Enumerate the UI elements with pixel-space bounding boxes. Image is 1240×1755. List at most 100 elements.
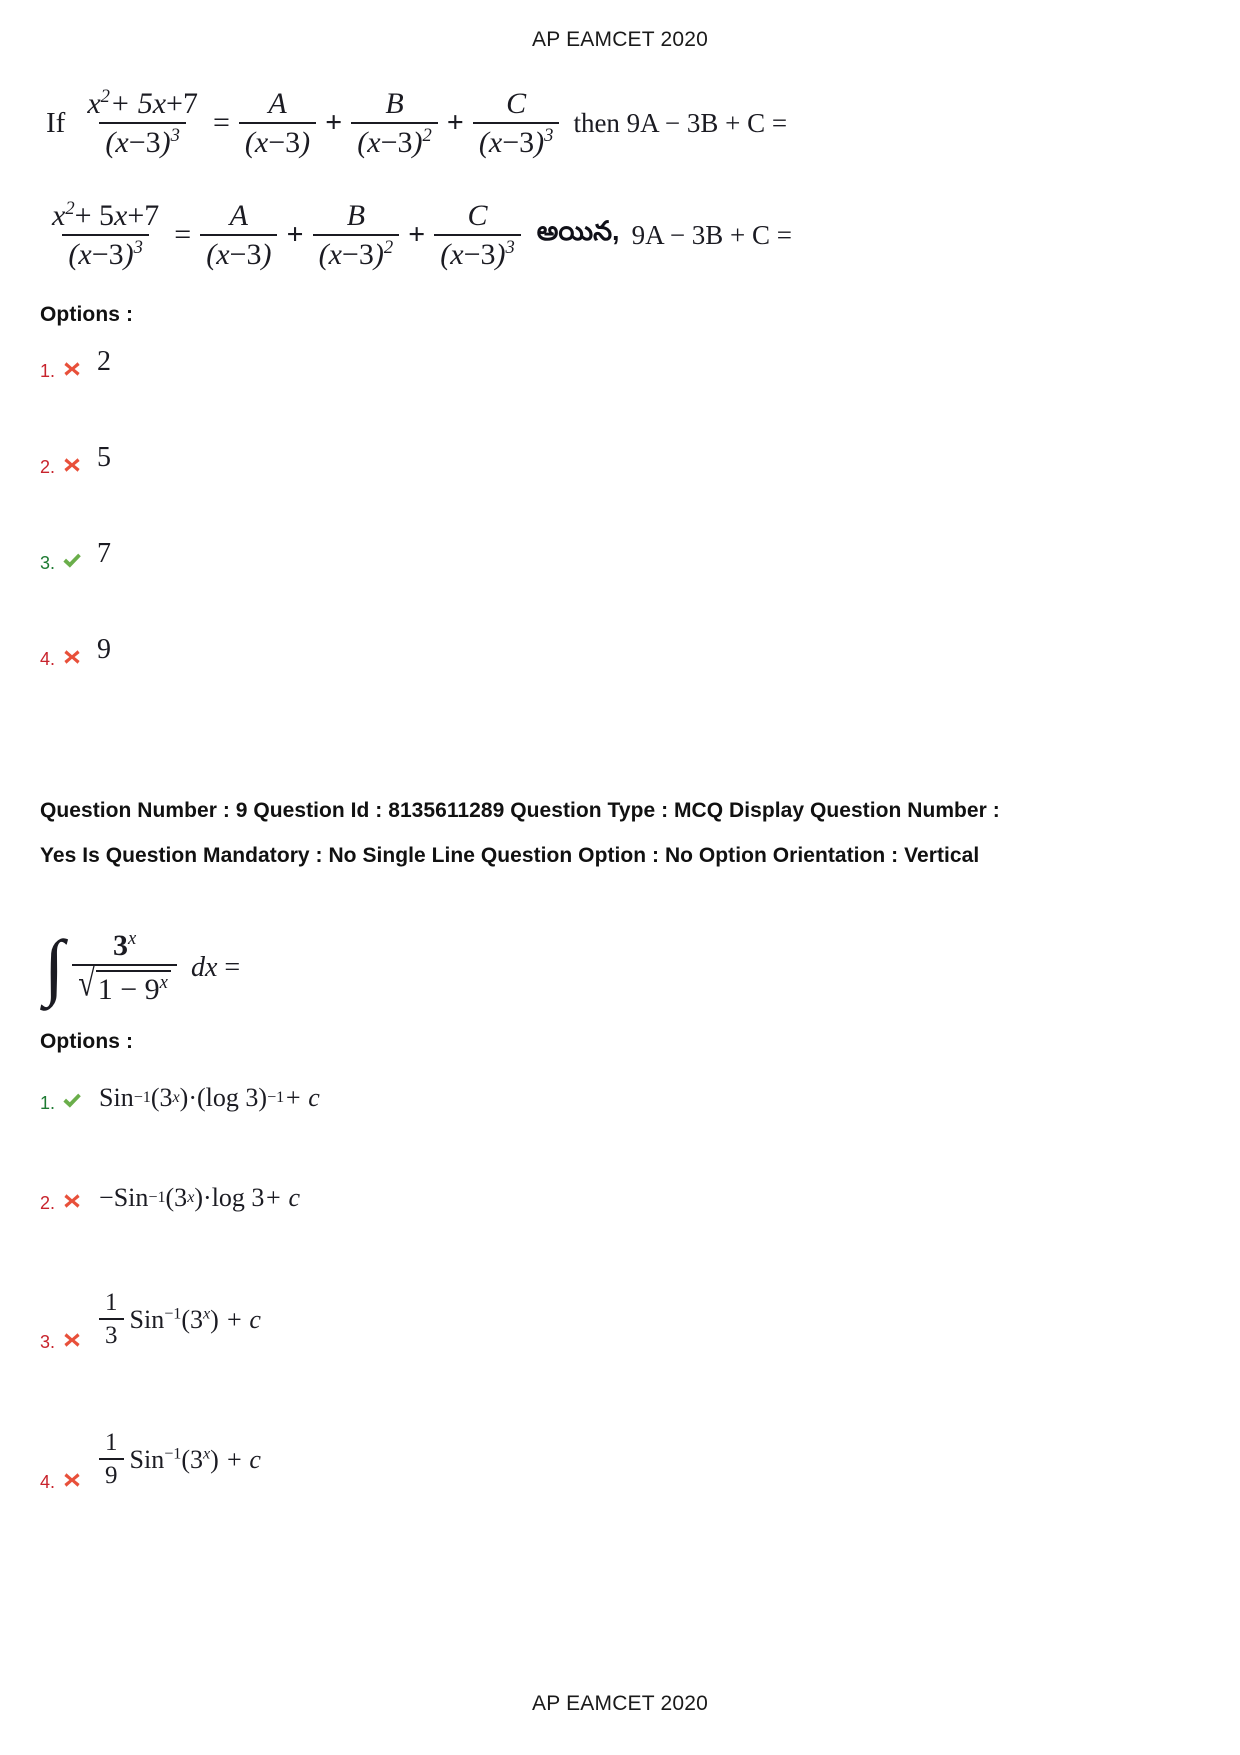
- constant-3: + c: [218, 1304, 261, 1334]
- plus-sign-1: +: [325, 106, 343, 139]
- fn-name-3: Sin: [129, 1304, 165, 1334]
- option-value-q9-1: Sin −1 (3 x) · (log 3) −1 + c: [99, 1083, 320, 1112]
- integrand-denominator: √ 1 − 9x: [72, 962, 177, 1006]
- term-a-denominator: (x−3): [238, 121, 317, 159]
- option-value-q8-2: 5: [97, 442, 112, 473]
- lhs-denominator: (x−3)3: [99, 121, 186, 159]
- question-9-metadata: Question Number : 9 Question Id : 813561…: [40, 799, 1000, 867]
- term-b-fraction: B (x−3)2: [351, 88, 438, 158]
- option-row-q9-3[interactable]: 3. 1 3 Sin−1(3x) + c: [40, 1289, 261, 1352]
- fn-exp-3: −1: [164, 1305, 182, 1323]
- term-b-denominator: (x−3)2: [351, 121, 438, 159]
- equals-sign-2: =: [174, 218, 192, 251]
- question-9-stem-integral: ∫ 3x √ 1 − 9x dx =: [44, 925, 241, 1008]
- option-row-q9-2[interactable]: 2. − Sin −1 (3 x) · log 3 + c: [40, 1183, 301, 1213]
- constant-2: + c: [264, 1183, 301, 1212]
- stem-lead-word: If: [46, 106, 66, 139]
- term-b-denominator-te: (x−3)2: [312, 233, 400, 271]
- integrand-numerator: 3x: [112, 928, 137, 962]
- lhs-fraction-te: x2+ 5x+7 (x−3)3: [46, 198, 165, 271]
- second-factor-1: (log 3): [197, 1083, 268, 1112]
- cross-icon: [61, 646, 83, 668]
- radicand: 1 − 9x: [95, 969, 171, 1006]
- lhs-fraction: x2+ 5x+7 (x−3)3: [81, 86, 204, 159]
- integral-sign-icon: ∫: [44, 925, 65, 1008]
- cross-icon: [61, 358, 83, 380]
- stem-tail-telugu: 9A − 3B + C =: [631, 219, 793, 250]
- option-row-q9-4[interactable]: 4. 1 9 Sin−1(3x) + c: [40, 1429, 261, 1492]
- plus-sign-3: +: [286, 218, 304, 251]
- term-c-numerator: C: [506, 87, 527, 120]
- lhs-numerator: x2+ 5x+7: [87, 86, 198, 120]
- coefficient-fraction-3: 1 3: [99, 1289, 124, 1350]
- coefficient-fraction-4: 1 9: [99, 1429, 124, 1490]
- question-8-stem-telugu: x2+ 5x+7 (x−3)3 = A (x−3) + B (x−3)2 + C…: [46, 198, 793, 271]
- page-footer-title: AP EAMCET 2020: [532, 1692, 708, 1715]
- term-c-fraction: C (x−3)3: [472, 87, 560, 159]
- exam-question-page: AP EAMCET 2020 If x2+ 5x+7 (x−3)3 = A (x…: [0, 0, 1240, 1755]
- option-value-q9-2: − Sin −1 (3 x) · log 3 + c: [99, 1183, 301, 1212]
- term-b-numerator: B: [385, 87, 404, 120]
- option-value-q9-4: 1 9 Sin−1(3x) + c: [89, 1429, 261, 1491]
- term-b-fraction-te: B (x−3)2: [312, 200, 400, 271]
- dot-operator-1: ·: [188, 1083, 198, 1112]
- constant-1: + c: [284, 1083, 320, 1112]
- option-index-q9-2: 2.: [40, 1193, 56, 1213]
- option-row-q8-3[interactable]: 3. 7: [40, 538, 112, 573]
- option-row-q9-1[interactable]: 1. Sin −1 (3 x) · (log 3) −1 + c: [40, 1083, 320, 1113]
- cross-icon: [61, 1190, 83, 1212]
- coefficient-denominator-3: 3: [99, 1318, 124, 1349]
- check-icon: [61, 1090, 83, 1112]
- option-value-q9-3: 1 3 Sin−1(3x) + c: [89, 1289, 261, 1351]
- fn-name-1: Sin: [99, 1083, 134, 1112]
- option-index-q8-4: 4.: [40, 649, 56, 669]
- plus-sign-4: +: [408, 218, 426, 251]
- term-c-denominator-te: (x−3)3: [434, 233, 521, 271]
- lhs-denominator-te: (x−3)3: [62, 233, 149, 271]
- options-heading-question-8: Options :: [40, 303, 134, 326]
- cross-icon: [61, 1469, 83, 1491]
- option-index-q8-3: 3.: [40, 553, 56, 573]
- coefficient-denominator-4: 9: [99, 1458, 124, 1489]
- term-a-denominator-te: (x−3): [200, 233, 278, 271]
- fn-name-2: Sin: [113, 1183, 149, 1212]
- term-c-denominator: (x−3)3: [472, 121, 560, 159]
- coefficient-numerator-3: 1: [105, 1289, 118, 1316]
- term-c-numerator-te: C: [467, 199, 488, 232]
- fn-exp-4: −1: [164, 1445, 182, 1463]
- option-row-q8-1[interactable]: 1. 2: [40, 346, 112, 381]
- option-index-q9-1: 1.: [40, 1093, 56, 1113]
- options-heading-question-9: Options :: [40, 1030, 134, 1053]
- option-index-q9-3: 3.: [40, 1331, 56, 1352]
- equals-sign-1: =: [212, 106, 230, 139]
- cross-icon: [61, 1329, 83, 1351]
- lhs-numerator-te: x2+ 5x+7: [52, 198, 160, 232]
- option-value-q8-3: 7: [97, 538, 112, 569]
- dot-operator-2: ·: [203, 1183, 212, 1212]
- option-row-q8-4[interactable]: 4. 9: [40, 634, 112, 669]
- fn-name-4: Sin: [129, 1444, 165, 1474]
- term-c-fraction-te: C (x−3)3: [434, 200, 521, 270]
- term-a-numerator-te: A: [229, 199, 248, 232]
- stem-tail-english: then 9A − 3B + C =: [573, 107, 788, 138]
- constant-4: + c: [218, 1444, 261, 1474]
- option-value-q8-1: 2: [97, 346, 112, 377]
- term-a-fraction: A (x−3): [238, 88, 317, 159]
- plus-sign-2: +: [446, 106, 464, 139]
- option-value-q8-4: 9: [97, 634, 112, 665]
- option-index-q8-1: 1.: [40, 361, 56, 381]
- question-8-stem-english: If x2+ 5x+7 (x−3)3 = A (x−3) + B (x−3)2 …: [46, 86, 788, 159]
- option-index-q8-2: 2.: [40, 457, 56, 477]
- leading-sign-2: −: [99, 1183, 114, 1212]
- radical-icon: √: [78, 962, 95, 1004]
- check-icon: [61, 550, 83, 572]
- second-factor-2: log 3: [211, 1183, 265, 1212]
- option-row-q8-2[interactable]: 2. 5: [40, 442, 112, 477]
- coefficient-numerator-4: 1: [105, 1429, 118, 1456]
- term-a-fraction-te: A (x−3): [200, 199, 278, 271]
- cross-icon: [61, 454, 83, 476]
- page-header-title: AP EAMCET 2020: [532, 28, 708, 51]
- integral-tail: dx =: [190, 951, 241, 983]
- option-index-q9-4: 4.: [40, 1471, 56, 1492]
- integrand-fraction: 3x √ 1 − 9x: [72, 928, 177, 1006]
